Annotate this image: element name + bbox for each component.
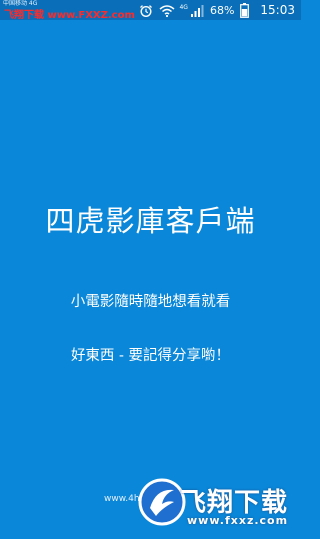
tagline-secondary: 好東西 - 要記得分享喲！ <box>70 348 231 364</box>
wifi-icon <box>159 3 175 18</box>
battery-icon <box>240 3 254 18</box>
splash-screen: 四虎影庫客戶端 小電影隨時隨地想看就看 好東西 - 要記得分享喲！ <box>0 20 301 539</box>
alarm-icon <box>139 3 153 18</box>
clock: 15:03 <box>260 3 295 17</box>
network-label: 4G <box>179 3 188 11</box>
watermark-url: www.fxxz.com <box>187 514 289 527</box>
tagline-primary: 小電影隨時隨地想看就看 <box>70 294 231 310</box>
status-bar: 中国移动 4G 飞翔下载 www.FXXZ.com 4G 68% 15:03 <box>0 0 301 21</box>
app-title: 四虎影庫客戶端 <box>45 204 256 238</box>
signal-icon <box>190 3 204 17</box>
bottom-watermark: 飞翔下载 www.fxxz.com <box>134 474 301 539</box>
site-watermark: 飞翔下载 www.FXXZ.com <box>4 6 135 21</box>
status-icons: 4G 68% 15:03 <box>139 2 295 18</box>
battery-percent: 68% <box>209 3 235 17</box>
